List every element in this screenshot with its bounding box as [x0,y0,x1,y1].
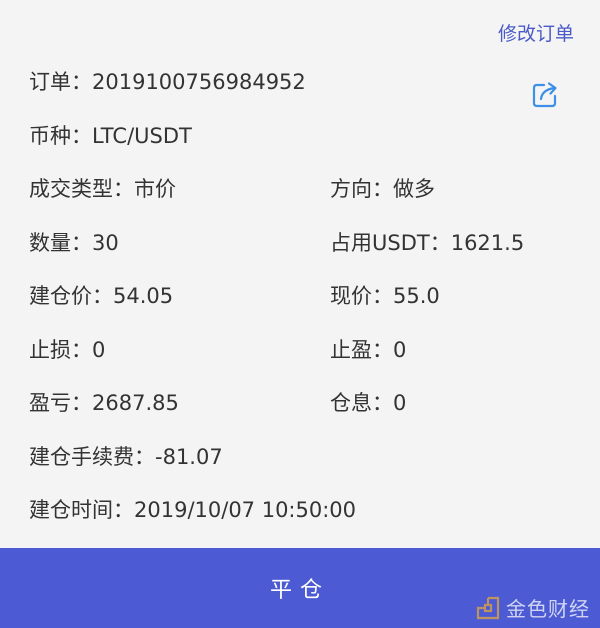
order-id-label: 订单： [29,70,92,94]
current-price-value: 55.0 [393,284,440,308]
position-interest-label: 仓息： [330,391,393,415]
open-price-row: 建仓价：54.05 [29,282,173,310]
current-price-label: 现价： [330,284,393,308]
pnl-row: 盈亏：2687.85 [29,389,179,417]
take-profit-row: 止盈：0 [330,336,406,364]
golden-finance-logo-icon [476,596,500,619]
open-time-row: 建仓时间：2019/10/07 10:50:00 [29,496,356,524]
quantity-value: 30 [92,231,119,255]
open-fee-label: 建仓手续费： [29,445,155,469]
open-fee-row: 建仓手续费：-81.07 [29,443,223,471]
watermark-text: 金色财经 [506,597,590,621]
take-profit-label: 止盈： [330,338,393,362]
position-interest-value: 0 [393,391,407,415]
edit-order-link[interactable]: 修改订单 [498,19,574,46]
trade-type-value: 市价 [134,177,176,201]
open-price-value: 54.05 [113,284,174,308]
watermark: 金色财经 [476,593,590,622]
quantity-row: 数量：30 [29,229,119,257]
share-button[interactable] [530,80,560,110]
margin-row: 占用USDT：1621.5 [330,229,524,257]
pair-row: 币种：LTC/USDT [29,122,192,150]
margin-value: 1621.5 [450,231,525,255]
open-time-value: 2019/10/07 10:50:00 [134,498,357,522]
stop-loss-label: 止损： [29,338,92,362]
quantity-label: 数量： [29,231,92,255]
order-id-row: 订单：2019100756984952 [29,68,306,96]
stop-loss-value: 0 [92,338,106,362]
order-id-value: 2019100756984952 [92,70,306,94]
direction-value: 做多 [393,177,435,201]
open-time-label: 建仓时间： [29,498,134,522]
trade-type-row: 成交类型：市价 [29,175,176,203]
position-interest-row: 仓息：0 [330,389,406,417]
pnl-value: 2687.85 [92,391,179,415]
direction-label: 方向： [330,177,393,201]
pair-value: LTC/USDT [92,124,192,148]
current-price-row: 现价：55.0 [330,282,440,310]
take-profit-value: 0 [393,338,407,362]
direction-row: 方向：做多 [330,175,435,203]
trade-type-label: 成交类型： [29,177,134,201]
open-price-label: 建仓价： [29,284,113,308]
open-fee-value: -81.07 [155,445,223,469]
stop-loss-row: 止损：0 [29,336,105,364]
pnl-label: 盈亏： [29,391,92,415]
share-icon [532,82,557,108]
margin-label: 占用USDT： [330,231,451,255]
pair-label: 币种： [29,124,92,148]
